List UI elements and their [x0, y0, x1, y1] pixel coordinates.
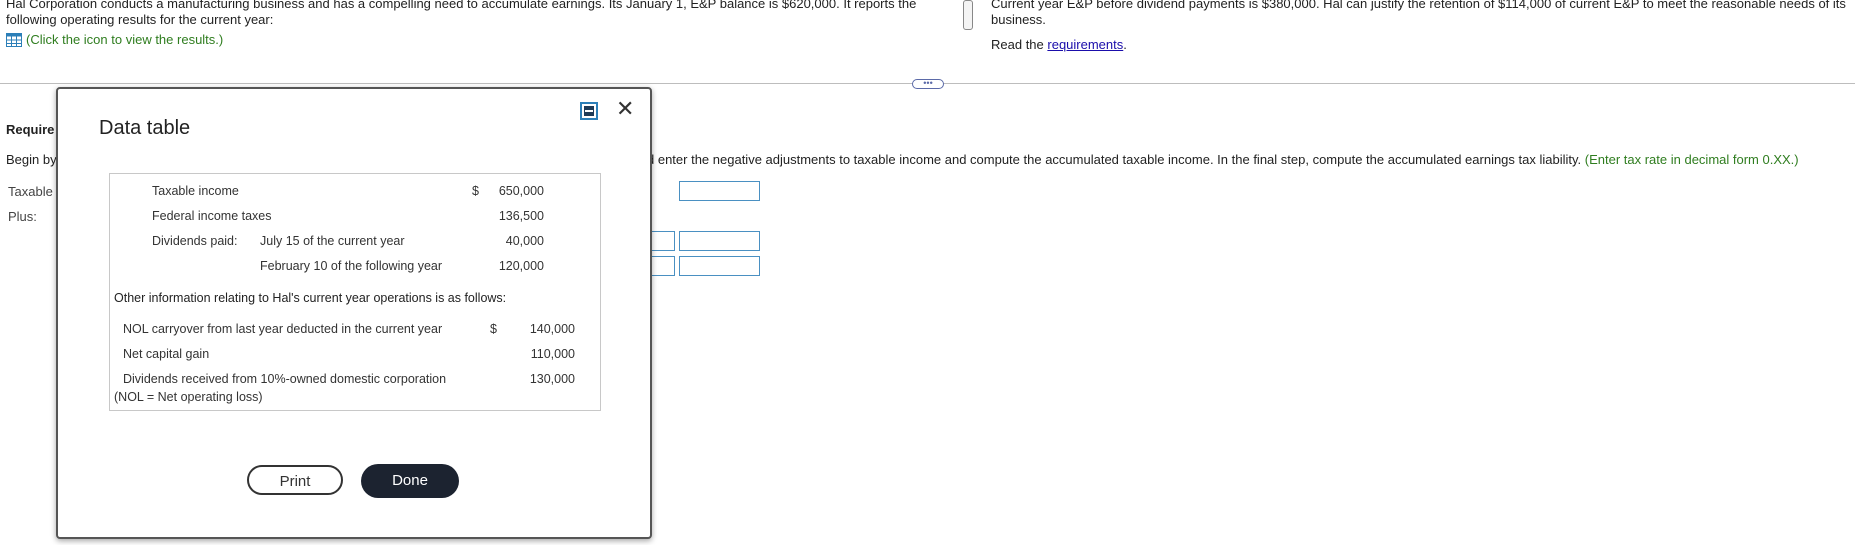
results-table: Taxable income $ 650,000 Federal income …: [109, 173, 601, 411]
begin-text: Begin by: [6, 152, 57, 167]
problem-text-line1: Hal Corporation conducts a manufacturing…: [6, 0, 917, 11]
answer-input-value-1[interactable]: [679, 231, 760, 251]
instruction-hint: (Enter tax rate in decimal form 0.XX.): [1584, 152, 1799, 167]
close-icon[interactable]: ✕: [616, 98, 634, 120]
answer-input-taxable[interactable]: [679, 181, 760, 201]
other-row-value: 110,000: [530, 347, 575, 361]
other-row-currency: $: [490, 322, 497, 336]
instruction-text: d enter the negative adjustments to taxa…: [647, 152, 1799, 167]
right-pane-line2: business.: [991, 12, 1046, 27]
read-suffix: .: [1123, 37, 1127, 52]
row-value: 136,500: [498, 209, 544, 223]
pane-splitter-horizontal[interactable]: •••: [912, 79, 944, 89]
row-label: Dividends paid:: [152, 234, 238, 248]
right-pane-line1: Current year E&P before dividend payment…: [991, 0, 1846, 11]
problem-text: Hal Corporation conducts a manufacturing…: [6, 0, 936, 28]
other-row-label: NOL carryover from last year deducted in…: [123, 322, 443, 336]
row-sublabel: February 10 of the following year: [260, 259, 443, 273]
minimize-button[interactable]: [580, 102, 598, 120]
row-currency: $: [472, 184, 479, 198]
data-table-dialog: Data table ✕ Taxable income $ 650,000 Fe…: [56, 87, 652, 539]
nol-note: (NOL = Net operating loss): [114, 390, 263, 404]
requirements-link[interactable]: requirements: [1047, 37, 1123, 52]
read-requirements: Read the requirements.: [991, 37, 1127, 53]
row-sublabel: July 15 of the current year: [260, 234, 405, 248]
results-hint[interactable]: (Click the icon to view the results.): [6, 32, 223, 48]
pane-splitter-vertical[interactable]: [963, 0, 973, 30]
problem-text-line2: following operating results for the curr…: [6, 12, 274, 27]
other-row-label: Dividends received from 10%-owned domest…: [123, 372, 447, 386]
other-row-value: 130,000: [529, 372, 575, 386]
plus-label: Plus:: [8, 209, 37, 224]
instruction-main: d enter the negative adjustments to taxa…: [647, 152, 1582, 167]
row-label: Federal income taxes: [152, 209, 272, 223]
done-button[interactable]: Done: [361, 464, 459, 498]
row-label: Taxable income: [152, 184, 239, 198]
other-row-value: 140,000: [529, 322, 575, 336]
results-hint-text[interactable]: (Click the icon to view the results.): [26, 32, 223, 48]
dialog-title: Data table: [99, 117, 191, 139]
read-prefix: Read the: [991, 37, 1044, 52]
row-value: 120,000: [498, 259, 544, 273]
other-row-label: Net capital gain: [123, 347, 210, 361]
row-value: 650,000: [498, 184, 544, 198]
print-button[interactable]: Print: [247, 465, 343, 495]
row-value: 40,000: [505, 234, 544, 248]
minimize-icon: [584, 106, 594, 116]
taxable-label: Taxable: [8, 184, 53, 199]
answer-input-value-2[interactable]: [679, 256, 760, 276]
right-pane-text: Current year E&P before dividend payment…: [991, 0, 1855, 28]
other-info-heading: Other information relating to Hal's curr…: [114, 291, 507, 305]
requirement-label: Require: [6, 122, 55, 137]
table-grid-icon[interactable]: [6, 33, 22, 47]
